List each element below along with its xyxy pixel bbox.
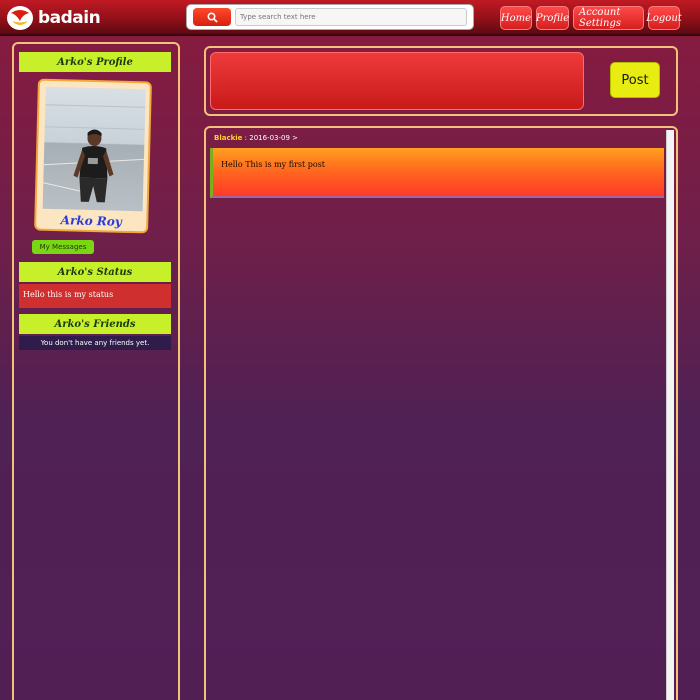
profile-name[interactable]: Arko Roy bbox=[36, 213, 146, 230]
friends-header: Arko's Friends bbox=[19, 314, 171, 334]
top-bar: badain Home Profile Account Settings Log… bbox=[0, 0, 700, 36]
post-textarea[interactable] bbox=[210, 52, 584, 110]
my-messages-button[interactable]: My Messages bbox=[32, 240, 94, 254]
nav-profile[interactable]: Profile bbox=[536, 6, 569, 30]
search-button[interactable] bbox=[193, 8, 231, 26]
main-nav: Home Profile Account Settings Logout bbox=[496, 6, 682, 30]
post-card: Hello This is my first post bbox=[210, 148, 664, 198]
post-separator: : bbox=[244, 134, 248, 142]
search-icon bbox=[206, 11, 218, 23]
search-input[interactable] bbox=[235, 8, 467, 26]
profile-sidebar: Arko's Profile Arko Roy My Messages Arko… bbox=[12, 42, 180, 700]
profile-header: Arko's Profile bbox=[19, 52, 171, 72]
post-button[interactable]: Post bbox=[610, 62, 660, 98]
nav-logout[interactable]: Logout bbox=[646, 6, 682, 30]
post-feed: Blackie : 2016-03-09 > Hello This is my … bbox=[204, 126, 678, 700]
status-header: Arko's Status bbox=[19, 262, 171, 282]
nav-account-settings[interactable]: Account Settings bbox=[573, 6, 644, 30]
profile-photo bbox=[42, 86, 146, 212]
logo-icon bbox=[6, 5, 34, 31]
profile-photo-frame[interactable]: Arko Roy bbox=[34, 78, 152, 234]
post-text: Hello This is my first post bbox=[221, 160, 326, 169]
search-bar bbox=[186, 4, 474, 30]
post-arrow: > bbox=[292, 134, 299, 142]
post-meta: Blackie : 2016-03-09 > bbox=[214, 134, 298, 142]
post-author[interactable]: Blackie bbox=[214, 134, 242, 142]
feed-scrollbar[interactable] bbox=[666, 130, 674, 700]
post-date: 2016-03-09 bbox=[249, 134, 290, 142]
friends-empty-message: You don't have any friends yet. bbox=[19, 336, 171, 350]
post-composer: Post bbox=[204, 46, 678, 116]
logo[interactable]: badain bbox=[6, 4, 106, 32]
status-text: Hello this is my status bbox=[19, 284, 171, 308]
brand-name: badain bbox=[38, 8, 101, 28]
nav-home[interactable]: Home bbox=[500, 6, 532, 30]
